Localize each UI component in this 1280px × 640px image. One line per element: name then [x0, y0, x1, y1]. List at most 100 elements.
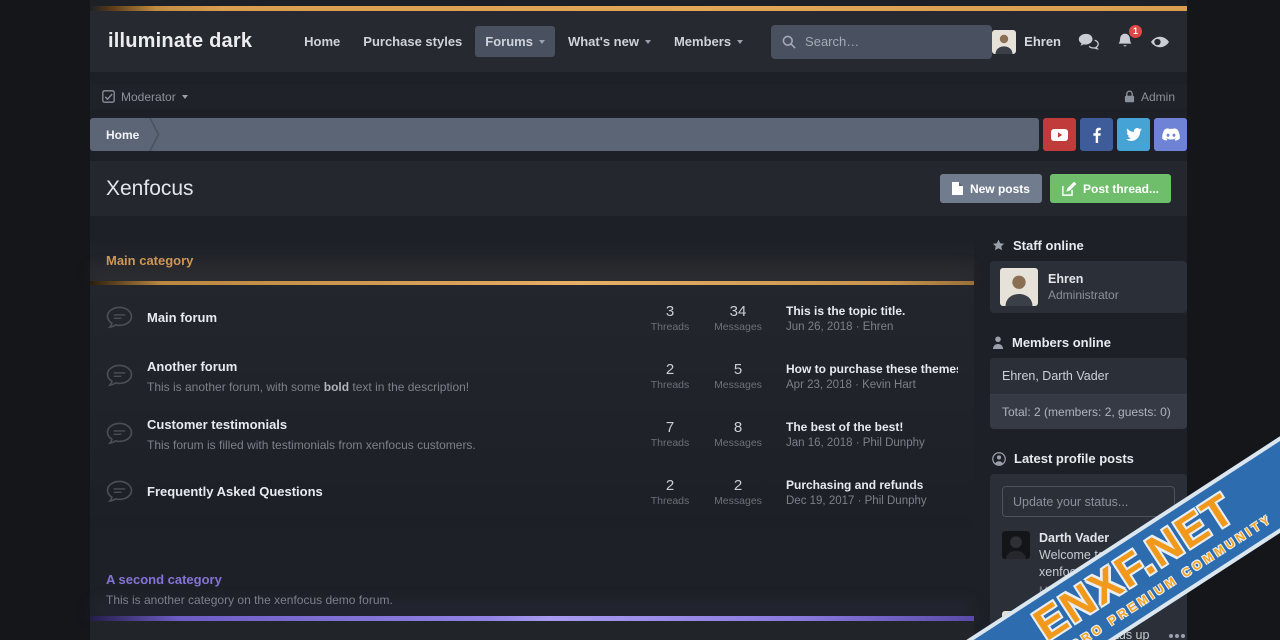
- youtube-button[interactable]: [1043, 118, 1076, 151]
- chevron-down-icon: [645, 40, 651, 44]
- category-header: Main category: [90, 238, 974, 281]
- forum-bubble-icon: [106, 480, 133, 504]
- profile-post: Ehren This is my status up Nov 19, 2017: [1002, 611, 1175, 640]
- search-icon: [782, 35, 796, 49]
- latest-post: The best of the best! Jan 16, 2018 · Phi…: [786, 420, 958, 449]
- category-header: A second category This is another catego…: [90, 557, 974, 607]
- forum-column: Main category Main forum 3: [90, 238, 974, 640]
- forum-description: This forum is filled with testimonials f…: [147, 438, 628, 452]
- messages-stat: 34 Messages: [704, 303, 772, 333]
- profile-post-author[interactable]: Darth Vader: [1039, 531, 1175, 545]
- title-buttons: New posts Post thread...: [940, 174, 1171, 203]
- forum-title-link[interactable]: Customer testimonials: [147, 417, 287, 432]
- latest-post: This is the topic title. Jun 26, 2018 · …: [786, 304, 958, 333]
- status-update-input[interactable]: [1002, 486, 1175, 517]
- nav-home[interactable]: Home: [294, 26, 350, 57]
- page-title: Xenfocus: [106, 177, 194, 201]
- checkbox-icon: [102, 90, 115, 103]
- conversations-button[interactable]: [1078, 33, 1099, 51]
- latest-thread-link[interactable]: This is the topic title.: [786, 304, 958, 318]
- category-second: A second category This is another catego…: [90, 557, 974, 640]
- person-circle-icon: [992, 452, 1006, 466]
- forum-row: Customer testimonials This forum is fill…: [90, 405, 974, 463]
- threads-stat: 3 Threads: [636, 303, 704, 333]
- chevron-down-icon: [539, 40, 545, 44]
- forum-description: This is another forum, with some bold te…: [147, 380, 628, 394]
- nav-whats-new[interactable]: What's new: [558, 26, 661, 57]
- latest-thread-link[interactable]: How to purchase these themes: [786, 362, 958, 376]
- page-title-block: Xenfocus New posts Post thread...: [90, 161, 1187, 216]
- latest-thread-link[interactable]: Purchasing and refunds: [786, 478, 958, 492]
- conversations-icon: [1078, 33, 1099, 51]
- threads-stat: 2 Threads: [636, 477, 704, 507]
- category-title-link[interactable]: Main category: [106, 253, 193, 268]
- sidebar: Staff online Ehren Administrator: [990, 238, 1187, 640]
- theme-toggle-eye-icon: [1151, 36, 1169, 48]
- category-title-link[interactable]: A second category: [106, 572, 222, 587]
- profile-posts-card: Darth Vader Welcome to the xenfocus demo…: [990, 474, 1187, 640]
- staff-member-name[interactable]: Ehren: [1048, 272, 1119, 286]
- ellipsis-menu-icon[interactable]: [1169, 634, 1173, 638]
- category-main: Main category Main forum 3: [90, 238, 974, 527]
- alerts-button[interactable]: 1: [1116, 32, 1134, 51]
- forum-list: [90, 621, 974, 640]
- forum-bubble-icon: [106, 364, 133, 388]
- twitter-icon: [1126, 128, 1142, 141]
- profile-post-message: This is my status up: [1039, 627, 1149, 640]
- star-icon: [992, 239, 1005, 252]
- discord-button[interactable]: [1154, 118, 1187, 151]
- alert-count-badge: 1: [1129, 25, 1142, 38]
- breadcrumb: Home: [90, 118, 1039, 151]
- latest-post: Purchasing and refunds Dec 19, 2017 · Ph…: [786, 478, 958, 507]
- forum-title-link[interactable]: Another forum: [147, 359, 237, 374]
- messages-stat: 8 Messages: [704, 419, 772, 449]
- category-description: This is another category on the xenfocus…: [106, 593, 958, 607]
- forum-title-link[interactable]: Frequently Asked Questions: [147, 484, 323, 499]
- chevron-down-icon: [737, 40, 743, 44]
- admin-link[interactable]: Admin: [1124, 90, 1175, 104]
- latest-thread-link[interactable]: The best of the best!: [786, 420, 958, 434]
- forum-title-link[interactable]: Main forum: [147, 310, 217, 325]
- forum-bubble-icon: [106, 306, 133, 330]
- post-thread-button[interactable]: Post thread...: [1050, 174, 1171, 203]
- breadcrumb-home[interactable]: Home: [90, 128, 149, 142]
- admin-label: Admin: [1141, 90, 1175, 104]
- chevron-down-icon: [182, 95, 188, 99]
- new-posts-button[interactable]: New posts: [940, 174, 1042, 203]
- messages-stat: 5 Messages: [704, 361, 772, 391]
- navbar: illuminate dark Home Purchase styles For…: [90, 11, 1187, 72]
- avatar: [992, 30, 1016, 54]
- profile-post-message: Welcome to the xenfocus demo board!: [1039, 547, 1175, 582]
- user-area: Ehren 1: [992, 30, 1169, 54]
- forum-row: Main forum 3 Threads 34 Messages: [90, 289, 974, 347]
- staff-online-section: Staff online Ehren Administrator: [990, 238, 1187, 313]
- threads-stat: 2 Threads: [636, 361, 704, 391]
- members-online-card: Ehren, Darth Vader Total: 2 (members: 2,…: [990, 358, 1187, 429]
- profile-post: Darth Vader Welcome to the xenfocus demo…: [1002, 531, 1175, 597]
- twitter-button[interactable]: [1117, 118, 1150, 151]
- nav-purchase-styles[interactable]: Purchase styles: [353, 26, 472, 57]
- breadcrumb-row: Home: [90, 118, 1187, 151]
- forum-row: Frequently Asked Questions 2 Threads 2 M…: [90, 463, 974, 521]
- moderator-menu[interactable]: Moderator: [102, 90, 188, 104]
- facebook-button[interactable]: [1080, 118, 1113, 151]
- profile-post-author[interactable]: Ehren: [1039, 611, 1149, 625]
- theme-toggle-button[interactable]: [1151, 36, 1169, 48]
- staff-member-card[interactable]: Ehren Administrator: [990, 261, 1187, 313]
- members-online-names[interactable]: Ehren, Darth Vader: [990, 358, 1187, 395]
- nav-forums[interactable]: Forums: [475, 26, 555, 57]
- messages-stat: 2 Messages: [704, 477, 772, 507]
- search-box[interactable]: [771, 25, 992, 59]
- members-online-section: Members online Ehren, Darth Vader Total:…: [990, 335, 1187, 429]
- file-icon: [952, 182, 963, 195]
- account-menu[interactable]: Ehren: [992, 30, 1061, 54]
- search-input[interactable]: [805, 34, 981, 49]
- forum-page: illuminate dark Home Purchase styles For…: [90, 0, 1187, 640]
- latest-post: How to purchase these themes Apr 23, 201…: [786, 362, 958, 391]
- staff-online-title: Staff online: [1013, 238, 1084, 253]
- profile-posts-title: Latest profile posts: [1014, 451, 1134, 466]
- profile-post-date[interactable]: May 30, 2018: [1039, 585, 1175, 597]
- main-navigation: Home Purchase styles Forums What's new M…: [294, 26, 753, 57]
- site-logo[interactable]: illuminate dark: [108, 30, 252, 53]
- nav-members[interactable]: Members: [664, 26, 753, 57]
